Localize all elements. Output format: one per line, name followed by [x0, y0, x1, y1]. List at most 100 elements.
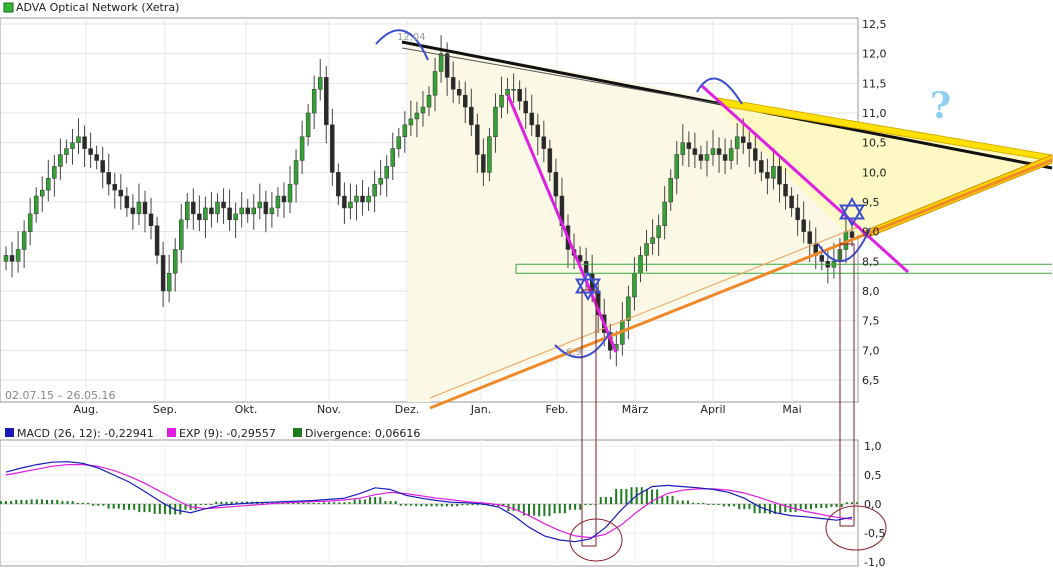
divergence-bar: [153, 504, 156, 514]
candle-body: [420, 106, 426, 114]
divergence-bar: [169, 504, 172, 515]
candle-body: [511, 89, 516, 91]
divergence-bar: [517, 504, 520, 511]
candle-body: [3, 255, 9, 262]
x-tick-label: Jan.: [470, 403, 491, 416]
candle-body: [396, 136, 402, 149]
divergence-bar: [610, 497, 613, 504]
price-tick-label: 6,5: [862, 374, 880, 387]
high-label: 12,04: [397, 32, 426, 43]
divergence-bar: [558, 504, 561, 514]
divergence-bar: [712, 504, 715, 505]
divergence-bar: [87, 502, 90, 504]
candle-body: [311, 89, 317, 114]
candle-body: [287, 183, 293, 203]
divergence-bar: [615, 488, 618, 504]
candle-body: [583, 261, 589, 274]
divergence-bar: [143, 504, 146, 513]
candle-body: [432, 71, 438, 96]
divergence-bar: [625, 488, 628, 504]
candle-body: [668, 178, 673, 203]
x-tick-label: Feb.: [546, 403, 569, 416]
divergence-bar: [620, 488, 623, 504]
price-tick-label: 11,0: [862, 107, 887, 120]
candle-body: [281, 195, 287, 203]
divergence-bar: [471, 504, 474, 506]
candle-body: [360, 195, 365, 203]
candle-body: [52, 166, 57, 179]
divergence-bar: [733, 504, 736, 507]
question-mark: ?: [930, 85, 951, 127]
stock-chart: 12,5 12,0 11,5 11,0 10,5 10,0 9,5 9,0 8,5 8,0 7,5 7…: [0, 1, 1053, 569]
x-tick-label: Nov.: [317, 403, 341, 416]
divergence-bar: [851, 502, 853, 504]
divergence-bar: [553, 504, 556, 514]
candle-body: [46, 178, 51, 191]
divergence-bar: [384, 501, 387, 504]
candle-body: [299, 136, 305, 161]
chart-title: ADVA Optical Network (Xetra): [16, 1, 179, 14]
macd-tick-label: -1,0: [864, 556, 885, 569]
candle-body: [227, 207, 232, 221]
divergence-bar: [394, 501, 397, 504]
divergence-bar: [779, 504, 782, 514]
divergence-bar: [97, 504, 100, 506]
candle-body: [215, 201, 220, 215]
price-tick-label: 8,0: [862, 285, 880, 298]
divergence-bar: [56, 499, 59, 504]
divergence-bar: [92, 504, 95, 506]
divergence-bar: [40, 499, 43, 504]
divergence-bar: [845, 502, 848, 504]
divergence-bar: [533, 504, 536, 516]
candle-body: [221, 201, 226, 209]
divergence-legend-label: Divergence: 0,06616: [305, 427, 420, 440]
candle-body: [650, 237, 655, 244]
divergence-bar: [435, 504, 438, 507]
divergence-bar: [353, 499, 356, 504]
divergence-bar: [81, 502, 84, 504]
candle-body: [76, 136, 81, 143]
candle-body: [209, 207, 214, 215]
divergence-bar: [138, 504, 141, 513]
candle-body: [795, 207, 800, 221]
candle-body: [366, 195, 371, 203]
macd-panel: [0, 439, 859, 567]
candle-body: [771, 166, 776, 179]
divergence-bar: [584, 504, 587, 506]
candle-body: [378, 178, 383, 185]
candle-body: [112, 183, 118, 191]
x-tick-label: Dez.: [395, 403, 420, 416]
divergence-bar: [122, 504, 125, 510]
price-tick-label: 10,0: [862, 166, 887, 179]
divergence-bar: [830, 504, 833, 507]
divergence-bar: [225, 501, 228, 504]
divergence-bar: [697, 502, 700, 504]
candle-body: [408, 118, 414, 126]
divergence-bar: [328, 502, 331, 504]
divergence-bar: [15, 499, 18, 504]
divergence-bar: [389, 501, 392, 504]
candle-body: [789, 195, 794, 209]
divergence-bar: [307, 502, 310, 504]
divergence-bar: [148, 504, 151, 513]
low-label: 6,9: [566, 347, 582, 358]
divergence-bar: [569, 504, 571, 510]
candle-body: [166, 272, 172, 292]
candle-body: [197, 213, 202, 221]
macd-y-axis: 1,0 0,5 0,0 -0,5 -1,0: [864, 440, 885, 569]
divergence-bar: [322, 502, 325, 504]
candle-body: [632, 272, 637, 298]
divergence-bar: [107, 504, 110, 509]
price-tick-label: 12,0: [862, 48, 887, 61]
candle-body: [402, 124, 408, 137]
price-tick-label: 10,5: [862, 137, 887, 150]
divergence-bar: [671, 495, 674, 504]
divergence-bar: [30, 499, 33, 504]
candle-body: [487, 136, 492, 173]
candle-body: [475, 124, 480, 155]
divergence-bar: [656, 489, 659, 504]
candle-body: [710, 148, 716, 155]
macd-swatch: [5, 428, 14, 437]
candle-body: [535, 124, 541, 137]
divergence-bar: [676, 500, 679, 504]
